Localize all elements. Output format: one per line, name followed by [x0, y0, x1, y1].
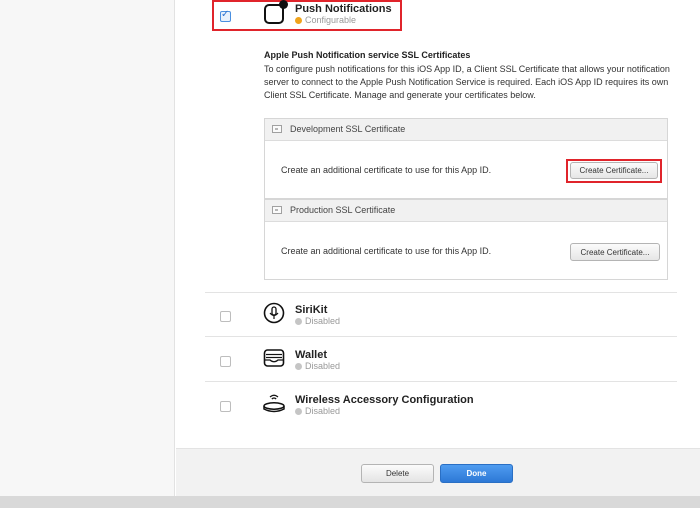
- wallet-title: Wallet: [295, 349, 327, 361]
- footer-bar: [176, 448, 700, 496]
- wireless-accessory-checkbox[interactable]: [220, 401, 231, 412]
- done-button[interactable]: Done: [440, 464, 513, 483]
- ssl-section-heading: Apple Push Notification service SSL Cert…: [264, 50, 471, 60]
- wallet-status: Disabled: [295, 361, 340, 371]
- certificate-icon: [272, 125, 282, 133]
- sirikit-checkbox[interactable]: [220, 311, 231, 322]
- microphone-icon: [263, 302, 285, 324]
- development-create-certificate-highlight: [566, 159, 662, 183]
- wallet-status-label: Disabled: [305, 361, 341, 371]
- production-certificate-text: Create an additional certificate to use …: [281, 246, 492, 256]
- row-divider: [205, 381, 677, 382]
- status-dot-icon: [295, 318, 302, 325]
- left-sidebar: [0, 0, 175, 508]
- status-dot-icon: [295, 17, 302, 24]
- development-certificate-header: Development SSL Certificate: [265, 119, 667, 141]
- wireless-accessory-status-label: Disabled: [305, 406, 341, 416]
- development-certificate-text: Create an additional certificate to use …: [281, 165, 492, 175]
- delete-button[interactable]: Delete: [361, 464, 434, 483]
- wallet-checkbox[interactable]: [220, 356, 231, 367]
- status-dot-icon: [295, 363, 302, 370]
- sirikit-status-label: Disabled: [305, 316, 341, 326]
- production-certificate-title: Production SSL Certificate: [290, 205, 396, 215]
- push-notifications-title: Push Notifications: [295, 3, 392, 15]
- push-notifications-status: Configurable: [295, 15, 356, 25]
- status-dot-icon: [295, 408, 302, 415]
- push-notification-icon: [264, 0, 288, 24]
- sirikit-title: SiriKit: [295, 304, 328, 316]
- window-bottom-edge: [0, 496, 700, 508]
- production-certificate-panel: Production SSL Certificate Create an add…: [264, 199, 668, 280]
- wireless-accessory-title: Wireless Accessory Configuration: [295, 394, 474, 406]
- wireless-accessory-icon: [263, 394, 285, 413]
- row-divider: [205, 336, 677, 337]
- push-status-label: Configurable: [305, 15, 357, 25]
- certificate-icon: [272, 206, 282, 214]
- development-certificate-title: Development SSL Certificate: [290, 124, 406, 134]
- production-certificate-header: Production SSL Certificate: [265, 200, 667, 222]
- row-divider: [205, 292, 677, 293]
- wireless-accessory-status: Disabled: [295, 406, 340, 416]
- production-create-certificate-button[interactable]: Create Certificate...: [570, 243, 660, 261]
- push-notifications-checkbox[interactable]: [220, 9, 231, 22]
- ssl-section-description: To configure push notifications for this…: [264, 64, 670, 100]
- wallet-icon: [263, 349, 285, 367]
- sirikit-status: Disabled: [295, 316, 340, 326]
